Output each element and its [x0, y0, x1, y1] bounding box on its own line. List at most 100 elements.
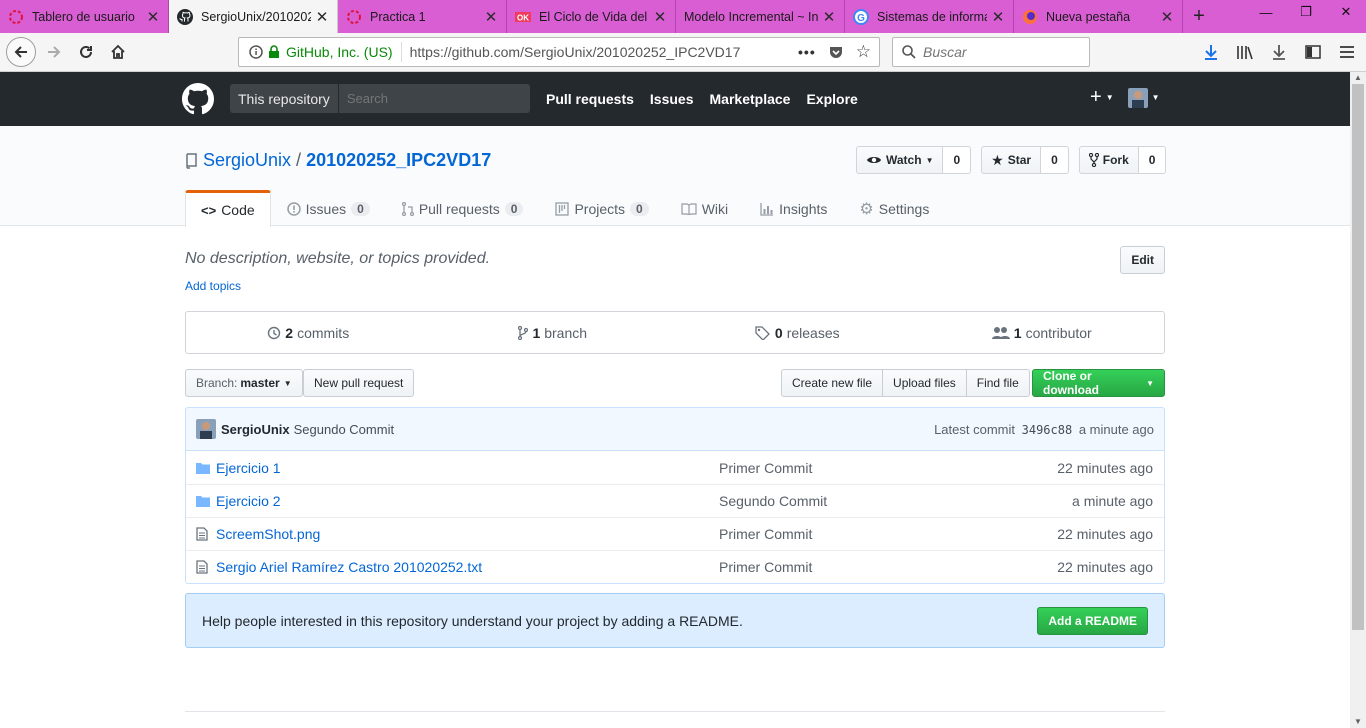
file-commit-message[interactable]: Primer Commit [719, 526, 1014, 542]
browser-tab[interactable]: Tablero de usuario ✕ [0, 0, 169, 33]
fork-count[interactable]: 0 [1138, 146, 1167, 174]
fork-button[interactable]: Fork [1078, 146, 1139, 174]
github-search[interactable]: This repository [230, 84, 530, 113]
footer-divider [185, 711, 1165, 712]
file-icon [186, 560, 216, 574]
upload-files-button[interactable]: Upload files [882, 369, 967, 397]
file-commit-message[interactable]: Primer Commit [719, 559, 1014, 575]
edit-button[interactable]: Edit [1120, 246, 1165, 274]
scroll-down-icon[interactable]: ▼ [1350, 716, 1366, 728]
file-name-link[interactable]: ScreemShot.png [216, 526, 719, 542]
tab-wiki[interactable]: Wiki [665, 190, 744, 226]
star-count[interactable]: 0 [1041, 146, 1069, 174]
tab-projects[interactable]: Projects 0 [539, 190, 664, 226]
close-icon[interactable]: ✕ [822, 8, 836, 26]
download-active-icon[interactable] [1200, 38, 1222, 66]
close-icon[interactable]: ✕ [653, 8, 667, 26]
pocket-icon[interactable] [828, 44, 844, 60]
close-icon[interactable]: ✕ [315, 8, 329, 26]
create-new-button[interactable]: + ▼ [1090, 86, 1114, 109]
search-bar[interactable] [892, 37, 1090, 67]
menu-icon[interactable] [1336, 38, 1358, 66]
site-identity[interactable]: GitHub, Inc. (US) [239, 42, 402, 62]
tab-settings[interactable]: ⚙ Settings [843, 190, 945, 226]
browser-tab[interactable]: G Sistemas de informac ✕ [845, 0, 1014, 33]
scroll-up-icon[interactable]: ▲ [1350, 72, 1366, 84]
new-pull-request-button[interactable]: New pull request [303, 369, 415, 397]
new-tab-button[interactable]: + [1183, 0, 1215, 33]
avatar[interactable] [196, 419, 216, 439]
nav-issues[interactable]: Issues [650, 91, 694, 107]
sidebar-icon[interactable] [1302, 38, 1324, 66]
close-window-icon[interactable]: ✕ [1326, 0, 1366, 24]
nav-explore[interactable]: Explore [806, 91, 857, 107]
find-file-button[interactable]: Find file [965, 369, 1030, 397]
contributors-link[interactable]: 1 contributor [920, 312, 1165, 353]
user-menu-button[interactable]: ▼ [1127, 87, 1160, 108]
commit-sha[interactable]: 3496c88 [1022, 423, 1073, 437]
clone-or-download-button[interactable]: Clone or download ▼ [1032, 369, 1165, 397]
page-actions-icon[interactable]: ••• [798, 44, 816, 60]
branch-label: branch [544, 324, 588, 341]
file-commit-message[interactable]: Primer Commit [719, 460, 1014, 476]
tab-issues[interactable]: Issues 0 [271, 190, 386, 226]
scrollbar-thumb[interactable] [1352, 84, 1364, 630]
add-topics-link[interactable]: Add topics [185, 279, 241, 293]
vertical-scrollbar[interactable]: ▲ ▼ [1350, 72, 1366, 728]
info-icon [249, 45, 263, 59]
file-name-link[interactable]: Sergio Ariel Ramírez Castro 201020252.tx… [216, 559, 719, 575]
file-name-link[interactable]: Ejercicio 1 [216, 460, 719, 476]
file-name-link[interactable]: Ejercicio 2 [216, 493, 719, 509]
watch-button[interactable]: Watch ▼ [856, 146, 944, 174]
repo-name-link[interactable]: 201020252_IPC2VD17 [306, 150, 491, 171]
browser-tab[interactable]: OK El Ciclo de Vida del S ✕ [507, 0, 676, 33]
releases-link[interactable]: 0 releases [675, 312, 920, 353]
repo-header: SergioUnix / 201020252_IPC2VD17 Watch ▼ … [0, 126, 1350, 227]
branches-link[interactable]: 1 branch [431, 312, 676, 353]
github-search-input[interactable] [338, 91, 519, 106]
commit-message[interactable]: Segundo Commit [294, 422, 394, 437]
create-new-file-button[interactable]: Create new file [781, 369, 884, 397]
browser-tab[interactable]: Practica 1 ✕ [338, 0, 507, 33]
browser-tab[interactable]: Nueva pestaña ✕ [1014, 0, 1183, 33]
watch-count[interactable]: 0 [943, 146, 972, 174]
close-icon[interactable]: ✕ [484, 8, 498, 26]
clone-label: Clone or download [1043, 369, 1099, 397]
minimize-icon[interactable]: — [1246, 0, 1286, 24]
commits-link[interactable]: 2 commits [186, 312, 431, 353]
nav-pull-requests[interactable]: Pull requests [546, 91, 634, 107]
add-readme-button[interactable]: Add a README [1037, 606, 1148, 635]
file-age: 22 minutes ago [1057, 459, 1153, 476]
home-button[interactable] [106, 38, 130, 66]
projects-counter: 0 [630, 201, 649, 216]
repo-owner-link[interactable]: SergioUnix [203, 150, 291, 171]
commit-author[interactable]: SergioUnix [221, 422, 290, 437]
fork-group: Fork 0 [1078, 146, 1167, 174]
search-input[interactable] [923, 44, 1083, 60]
nav-marketplace[interactable]: Marketplace [710, 91, 791, 107]
browser-tab[interactable]: Modelo Incremental ~ In ✕ [676, 0, 845, 33]
dashed-circle-icon [8, 9, 24, 25]
github-nav: Pull requests Issues Marketplace Explore [546, 91, 858, 107]
ok-icon: OK [515, 9, 531, 25]
bookmark-star-icon[interactable]: ☆ [856, 42, 871, 62]
close-icon[interactable]: ✕ [146, 8, 160, 26]
browser-tab-active[interactable]: SergioUnix/201020252 ✕ [169, 0, 338, 33]
forward-button[interactable] [42, 38, 66, 66]
url-text[interactable]: https://github.com/SergioUnix/201020252_… [402, 44, 798, 60]
github-logo-icon[interactable] [182, 83, 214, 115]
file-commit-message[interactable]: Segundo Commit [719, 493, 1014, 509]
restore-icon[interactable]: ❐ [1286, 0, 1326, 24]
library-icon[interactable] [1234, 38, 1256, 66]
downloads-icon[interactable] [1268, 38, 1290, 66]
tab-pull-requests[interactable]: Pull requests 0 [386, 190, 540, 226]
close-icon[interactable]: ✕ [991, 8, 1005, 26]
star-button[interactable]: ★ Star [981, 146, 1042, 174]
branch-select-button[interactable]: Branch: master ▼ [185, 369, 303, 397]
url-bar[interactable]: GitHub, Inc. (US) https://github.com/Ser… [238, 37, 880, 67]
reload-button[interactable] [74, 38, 98, 66]
tab-insights[interactable]: Insights [744, 190, 843, 226]
close-icon[interactable]: ✕ [1160, 8, 1174, 26]
back-button[interactable] [6, 37, 36, 67]
tab-code[interactable]: <> Code [185, 190, 271, 227]
